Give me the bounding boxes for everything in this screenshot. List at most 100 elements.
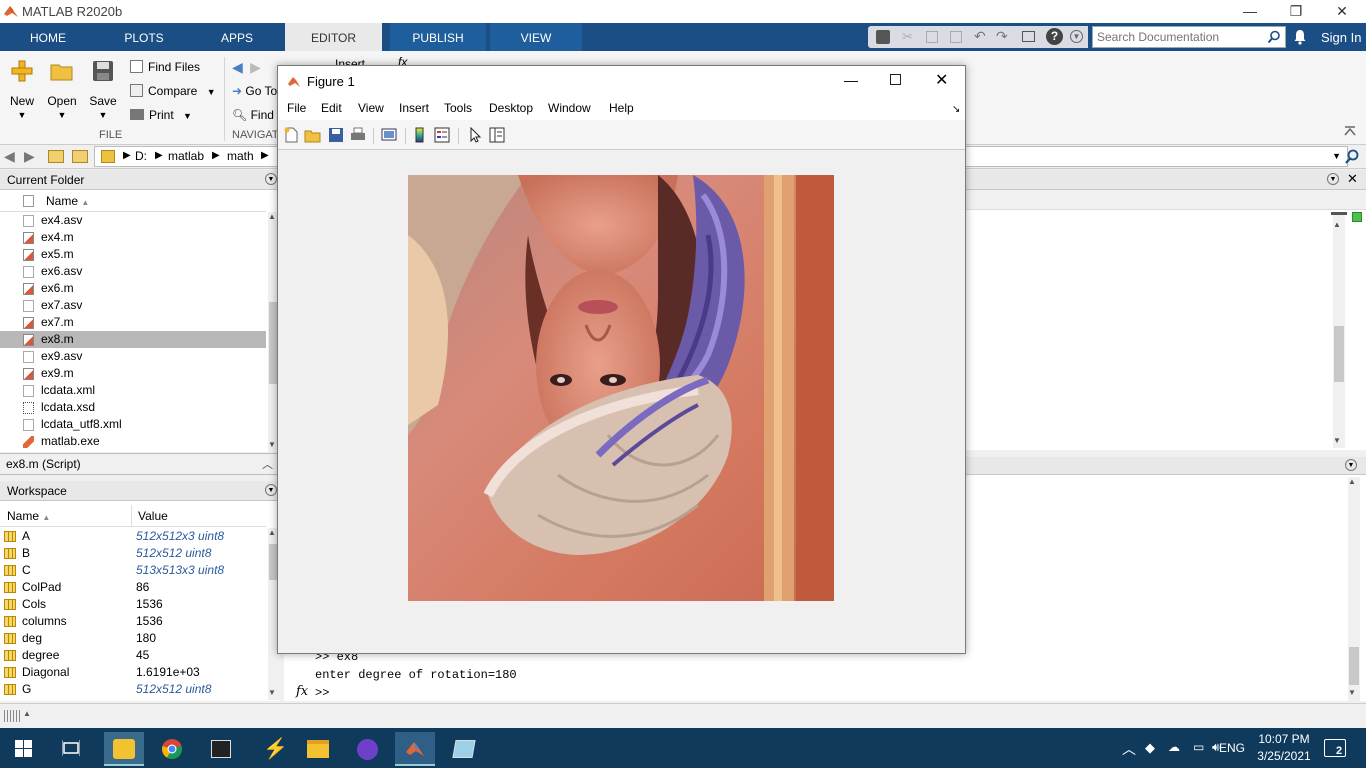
panel-actions-icon[interactable]: ▼ [1327,173,1339,185]
restore-button[interactable]: ❐ [1273,0,1319,23]
go-to-button[interactable]: ➜ Go To [232,81,277,101]
forward-icon[interactable]: ▶ [24,148,35,165]
language-indicator[interactable]: ENG [1219,741,1245,755]
collapse-ribbon-icon[interactable] [1343,124,1357,138]
workspace-row[interactable]: C 513x513x3 uint8 [0,562,266,579]
menu-tools[interactable]: Tools [444,101,472,115]
tray-chevron-up-icon[interactable]: ︿ [1122,739,1136,759]
tab-home[interactable]: HOME [0,23,96,51]
value-column-header[interactable]: Value [138,509,168,523]
panel-actions-icon[interactable]: ▼ [265,484,277,496]
taskbar-app-notes[interactable] [104,732,144,766]
redo-icon[interactable]: ↷ [996,28,1008,45]
file-row[interactable]: lcdata_utf8.xml [0,416,266,433]
chevron-down-icon[interactable]: ▼ [1332,151,1341,161]
taskbar-app-matlab[interactable] [395,732,435,766]
file-row[interactable]: ex9.asv [0,348,266,365]
minimize-button[interactable]: — [1227,0,1273,23]
taskbar-app-notepad[interactable] [444,732,484,766]
workspace-row[interactable]: Cols 1536 [0,596,266,613]
figure-maximize-button[interactable] [890,74,901,85]
file-row[interactable]: ex9.m [0,365,266,382]
search-icon[interactable] [1267,30,1281,44]
workspace-row[interactable]: columns 1536 [0,613,266,630]
path-segment-math[interactable]: math [227,149,254,163]
save-icon[interactable] [876,30,890,44]
tab-view[interactable]: VIEW [490,23,582,51]
column-header[interactable]: Name ▲ [0,191,266,212]
print-figure-icon[interactable] [349,126,367,144]
editor-pane[interactable]: ▼ ✕ ▲ ▼ [965,170,1366,450]
path-segment-matlab[interactable]: matlab [168,149,204,163]
function-browser-icon[interactable]: fx [296,684,308,699]
save-ribbon-button[interactable]: Save ▼ [81,59,125,120]
file-row[interactable]: ex7.m [0,314,266,331]
notification-center-icon[interactable]: 2 [1324,739,1346,757]
property-inspector-icon[interactable] [488,126,506,144]
find-button[interactable]: 🔍︎ Find [232,105,274,125]
browse-folder-icon[interactable] [72,150,88,163]
battery-icon[interactable]: ▭ [1193,740,1204,754]
workspace-row[interactable]: G 512x512 uint8 [0,681,266,698]
arrow-right-icon[interactable]: ▶ [250,59,261,75]
workspace-row[interactable]: B 512x512 uint8 [0,545,266,562]
search-input[interactable] [1093,27,1263,47]
workspace-row[interactable]: deg 180 [0,630,266,647]
figure-minimize-button[interactable]: — [844,72,858,88]
menu-window[interactable]: Window [548,101,591,115]
scroll-down-icon[interactable]: ▼ [1333,436,1341,445]
menu-edit[interactable]: Edit [321,101,342,115]
figure-window[interactable]: Figure 1 — ✕ File Edit View Insert Tools… [277,65,966,654]
compare-button[interactable]: Compare ▼ [130,81,216,101]
colorbar-icon[interactable] [411,126,429,144]
menu-desktop[interactable]: Desktop [489,101,533,115]
dock-figure-icon[interactable]: ↘ [952,104,960,115]
windows-start-icon[interactable] [15,740,32,757]
dropbox-icon[interactable]: ◆ [1145,740,1155,756]
new-figure-icon[interactable] [282,126,300,144]
command-prompt[interactable]: >> [315,686,329,700]
scroll-up-icon[interactable]: ▲ [1348,477,1356,486]
panel-actions-icon[interactable]: ▼ [1345,459,1357,471]
up-folder-icon[interactable] [48,150,64,163]
column-divider[interactable] [131,505,132,527]
undo-icon[interactable]: ↶ [974,28,986,45]
code-analyzer-indicator[interactable] [1352,212,1362,222]
open-file-icon[interactable] [304,126,322,144]
sign-in-link[interactable]: Sign In [1321,30,1361,45]
task-view-icon[interactable] [62,740,80,756]
close-editor-icon[interactable]: ✕ [1347,171,1358,187]
editor-scrollbar[interactable]: ▲ ▼ [1331,212,1347,448]
save-figure-icon[interactable] [327,126,345,144]
open-button[interactable]: Open ▼ [40,59,84,120]
search-folder-icon[interactable] [1344,149,1360,165]
menu-view[interactable]: View [358,101,384,115]
menu-insert[interactable]: Insert [399,101,429,115]
taskbar-app-flash[interactable]: ⚡ [250,732,290,766]
bell-icon[interactable] [1293,29,1307,45]
tab-editor[interactable]: EDITOR [285,23,382,51]
link-plot-icon[interactable] [380,126,398,144]
file-row[interactable]: ex6.m [0,280,266,297]
split-handle[interactable] [1331,212,1347,215]
taskbar-app-explorer[interactable] [298,732,338,766]
back-forward-buttons[interactable]: ◀ ▶ [232,57,261,77]
menu-file[interactable]: File [287,101,306,115]
scroll-down-icon[interactable]: ▼ [268,440,276,449]
menu-help[interactable]: Help [609,101,634,115]
scroll-down-icon[interactable]: ▼ [268,688,276,697]
workspace-row[interactable]: Diagonal 1.6191e+03 [0,664,266,681]
legend-icon[interactable] [433,126,451,144]
workspace-row[interactable]: ColPad 86 [0,579,266,596]
path-segment-drive[interactable]: D: [135,149,147,163]
workspace-row[interactable]: A 512x512x3 uint8 [0,528,266,545]
close-button[interactable]: ✕ [1319,0,1365,23]
file-row[interactable]: ex6.asv [0,263,266,280]
chevron-up-icon[interactable]: ︿ [262,456,273,472]
help-icon[interactable]: ? [1046,28,1063,45]
cut-icon[interactable]: ✂ [902,29,913,45]
taskbar-app-chrome[interactable] [152,732,192,766]
file-row[interactable]: ex4.m [0,229,266,246]
figure-close-button[interactable]: ✕ [935,70,948,90]
find-files-button[interactable]: Find Files [130,57,200,77]
